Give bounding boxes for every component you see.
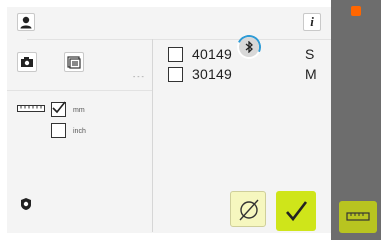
ruler-icon (346, 212, 370, 221)
top-divider (27, 39, 332, 40)
item-number: 40149 (192, 46, 232, 62)
no-selection-icon (239, 199, 259, 221)
bluetooth-button[interactable] (239, 37, 259, 57)
user-button[interactable] (17, 13, 35, 31)
cancel-button[interactable] (230, 191, 266, 227)
camera-icon (21, 57, 33, 67)
mm-checkbox[interactable] (51, 101, 66, 117)
confirm-button[interactable] (276, 191, 316, 231)
item-size: M (305, 66, 317, 82)
help-icon (21, 198, 31, 210)
separator-label: - - - (133, 74, 144, 81)
inch-label: inch (73, 128, 86, 135)
help-button[interactable] (17, 195, 35, 213)
checkmark-icon (52, 101, 66, 114)
ruler-icon (17, 105, 45, 112)
top-bar: i (7, 7, 331, 37)
item-size: S (305, 46, 315, 62)
measure-button[interactable] (339, 201, 377, 233)
record-button[interactable] (351, 6, 361, 16)
user-icon (20, 16, 32, 29)
bluetooth-icon (245, 41, 253, 53)
gallery-button[interactable] (64, 52, 84, 72)
item-number: 30149 (192, 66, 232, 82)
info-button[interactable]: i (303, 13, 321, 31)
device-screen: i - - - mm inch 40149 S 30149 M (0, 0, 381, 240)
left-divider (7, 90, 152, 91)
item-checkbox-40149[interactable] (168, 47, 183, 62)
inch-checkbox[interactable] (51, 123, 66, 138)
gallery-icon (67, 56, 81, 69)
checkmark-icon (286, 201, 308, 222)
camera-button[interactable] (17, 52, 37, 72)
vertical-divider (152, 39, 153, 232)
item-checkbox-30149[interactable] (168, 67, 183, 82)
info-icon: i (310, 14, 314, 29)
mm-label: mm (73, 107, 85, 114)
